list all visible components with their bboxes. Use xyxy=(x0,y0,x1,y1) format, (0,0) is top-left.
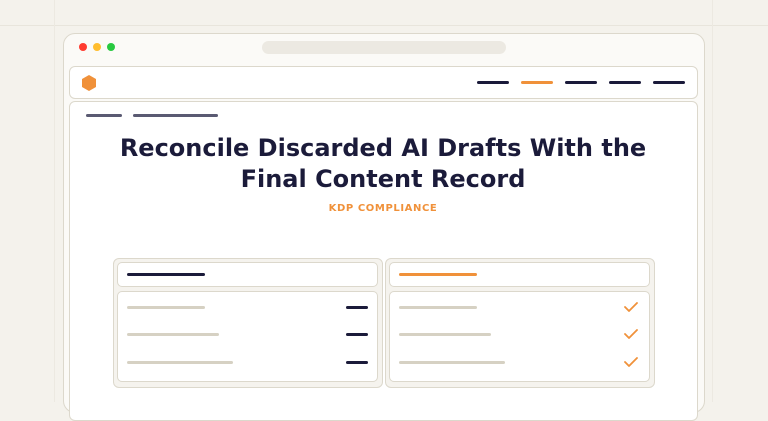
minimize-window-button[interactable] xyxy=(93,43,101,51)
panel-heading-bar xyxy=(399,273,477,276)
panel-header xyxy=(117,262,378,287)
close-window-button[interactable] xyxy=(79,43,87,51)
panel-list xyxy=(389,291,650,382)
checkmark-icon xyxy=(624,302,638,312)
frame-guide xyxy=(0,25,768,26)
page-title: Reconcile Discarded AI Drafts With the F… xyxy=(70,133,696,195)
panel-heading-bar xyxy=(127,273,205,276)
dash-icon xyxy=(346,333,368,336)
comparison-panel-right xyxy=(385,258,655,388)
address-bar[interactable] xyxy=(262,41,506,54)
site-navbar xyxy=(69,66,698,99)
frame-guide xyxy=(712,0,713,402)
panel-header xyxy=(389,262,650,287)
nav-link-2-active[interactable] xyxy=(521,81,553,84)
checkmark-icon xyxy=(624,357,638,367)
hexagon-logo-icon[interactable] xyxy=(80,74,98,92)
page-title-line: Final Content Record xyxy=(240,165,526,193)
nav-link-5[interactable] xyxy=(653,81,685,84)
list-item xyxy=(127,333,219,336)
breadcrumb-item[interactable] xyxy=(133,114,218,117)
breadcrumb-item[interactable] xyxy=(86,114,122,117)
list-item xyxy=(399,333,491,336)
article-content: Reconcile Discarded AI Drafts With the F… xyxy=(69,101,698,421)
page-title-line: Reconcile Discarded AI Drafts With the xyxy=(119,134,647,162)
list-item xyxy=(399,361,505,364)
checkmark-icon xyxy=(624,329,638,339)
browser-window: Reconcile Discarded AI Drafts With the F… xyxy=(63,33,705,421)
dash-icon xyxy=(346,361,368,364)
list-item xyxy=(127,361,233,364)
maximize-window-button[interactable] xyxy=(107,43,115,51)
panel-list xyxy=(117,291,378,382)
nav-link-1[interactable] xyxy=(477,81,509,84)
frame-guide xyxy=(54,0,55,402)
nav-link-3[interactable] xyxy=(565,81,597,84)
nav-link-4[interactable] xyxy=(609,81,641,84)
list-item xyxy=(399,306,477,309)
comparison-panel-left xyxy=(113,258,383,388)
category-label: KDP COMPLIANCE xyxy=(328,203,438,214)
dash-icon xyxy=(346,306,368,309)
list-item xyxy=(127,306,205,309)
